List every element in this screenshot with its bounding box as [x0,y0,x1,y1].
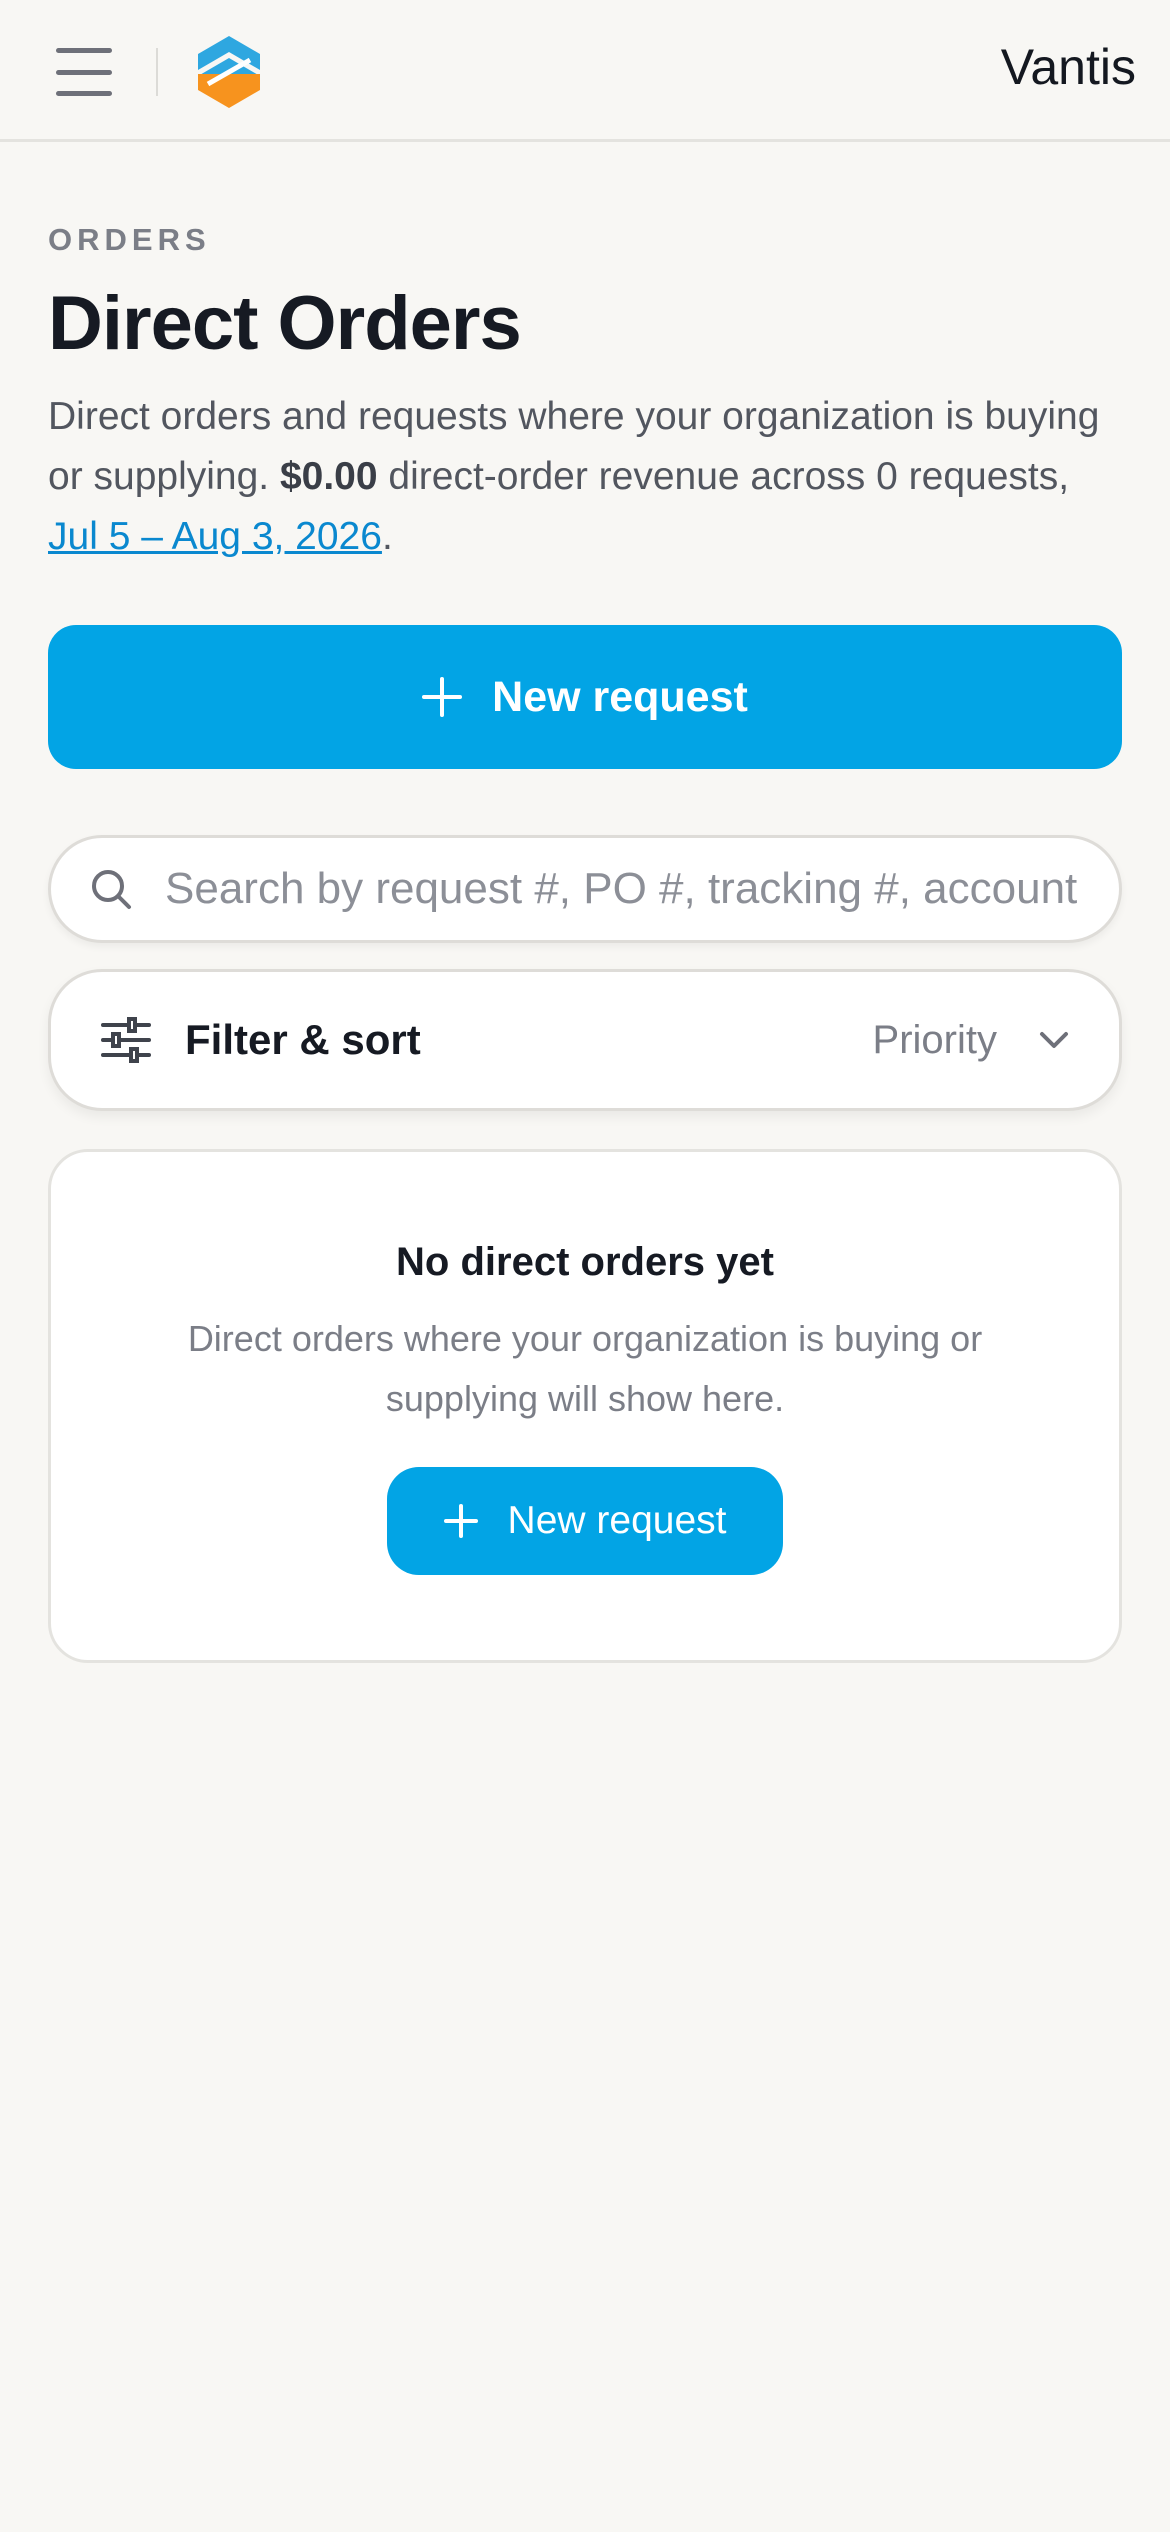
page-title: Direct Orders [48,281,522,366]
top-bar: Vantis [0,0,1170,142]
empty-state-title: No direct orders yet [396,1240,774,1284]
sliders-icon [101,1017,151,1063]
hamburger-menu-icon[interactable] [48,42,120,102]
header-divider [156,48,158,96]
main-content: ORDERS Direct Orders Direct orders and r… [48,142,1122,1663]
empty-state-card: No direct orders yet Direct orders where… [48,1149,1122,1663]
new-request-label: New request [492,672,748,721]
section-eyebrow: ORDERS [48,222,211,257]
filter-sort-label: Filter & sort [185,1016,421,1063]
description-text-2: direct-order revenue across 0 requests, [377,455,1070,498]
search-input[interactable] [165,864,1085,914]
brand-name: Vantis [1000,39,1136,95]
filter-sort-bar[interactable]: Filter & sort Priority [48,969,1122,1111]
page-description: Direct orders and requests where your or… [48,387,1122,567]
description-end: . [381,515,393,558]
plus-icon [443,1504,478,1538]
search-field[interactable] [48,835,1122,943]
sort-value[interactable]: Priority [873,1018,997,1063]
app-logo[interactable] [194,34,264,110]
new-request-button[interactable]: New request [48,625,1122,769]
search-icon [92,870,131,909]
empty-state-description: Direct orders where your organization is… [187,1318,983,1419]
chevron-down-icon[interactable] [1039,1031,1069,1049]
empty-new-request-button[interactable]: New request [387,1467,783,1575]
date-range-link[interactable]: Jul 5 – Aug 3, 2026 [48,515,382,558]
plus-icon [422,677,463,717]
empty-new-request-label: New request [507,1499,727,1542]
revenue-amount: $0.00 [279,455,378,498]
